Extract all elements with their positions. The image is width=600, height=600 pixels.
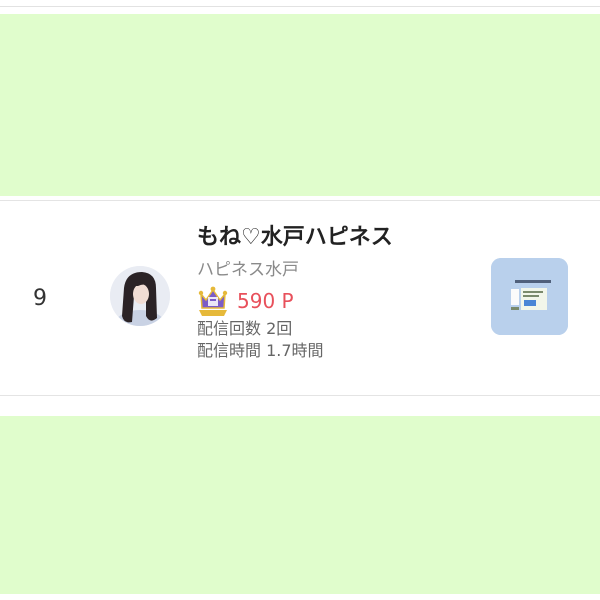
bottom-edge bbox=[0, 594, 600, 600]
crown-badge-icon bbox=[198, 286, 228, 316]
id-card-icon bbox=[491, 258, 568, 335]
delivery-time: 配信時間 1.7時間 bbox=[197, 341, 324, 360]
rank-number: 9 bbox=[33, 286, 47, 311]
highlighted-row-below[interactable] bbox=[0, 416, 600, 594]
cast-name[interactable]: もね♡水戸ハピネス bbox=[197, 220, 477, 256]
cast-info: もね♡水戸ハピネス ハピネス水戸 590 P 配信回数 2回 配信時間 1.7時… bbox=[197, 220, 477, 362]
row-divider-top bbox=[0, 200, 600, 201]
ranking-page: 9 もね♡水戸ハピネス ハピネス水戸 590 P 配信回数 2回 配信時間 1.… bbox=[0, 0, 600, 600]
points-line: 590 P bbox=[197, 284, 477, 318]
highlighted-row-above[interactable] bbox=[0, 14, 600, 196]
shop-name[interactable]: ハピネス水戸 bbox=[197, 258, 477, 282]
avatar-photo bbox=[110, 266, 170, 326]
ranking-row[interactable]: 9 もね♡水戸ハピネス ハピネス水戸 590 P 配信回数 2回 配信時間 1.… bbox=[0, 200, 600, 396]
points-value: 590 P bbox=[237, 289, 294, 313]
row-divider-bottom bbox=[0, 395, 600, 396]
info-card-thumbnail[interactable] bbox=[491, 258, 568, 335]
delivery-count: 配信回数 2回 bbox=[197, 319, 293, 338]
avatar[interactable] bbox=[110, 266, 170, 326]
top-divider bbox=[0, 6, 600, 7]
